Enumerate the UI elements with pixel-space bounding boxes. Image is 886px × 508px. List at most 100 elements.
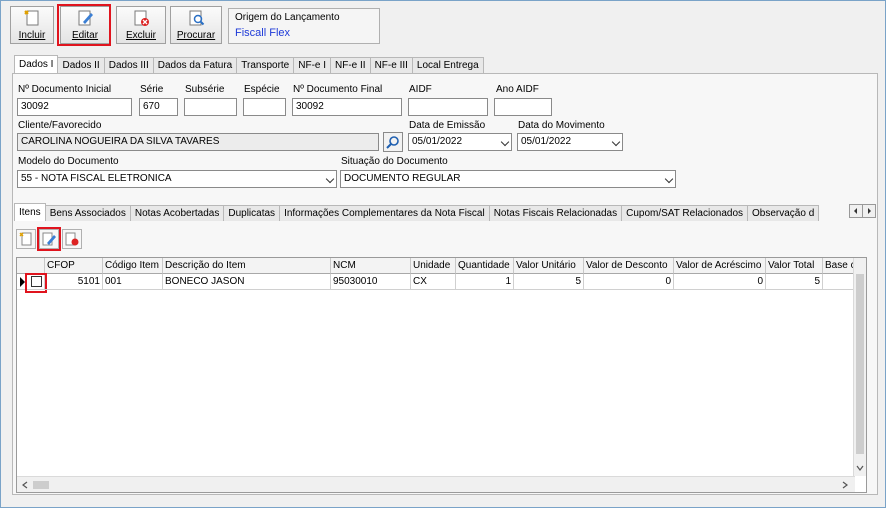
cell-descricao[interactable]: BONECO JASON — [163, 274, 331, 290]
origem-title: Origem do Lançamento — [235, 12, 340, 23]
num-doc-inicial-label: Nº Documento Inicial — [18, 84, 112, 95]
new-document-icon — [23, 9, 41, 27]
tab-scroll-left-button[interactable] — [849, 204, 863, 218]
especie-input[interactable] — [243, 98, 286, 116]
chevron-down-icon — [664, 174, 674, 184]
grid-indicator-header — [17, 258, 45, 274]
incluir-button[interactable]: Incluir — [10, 6, 54, 44]
num-doc-inicial-input[interactable]: 30092 — [17, 98, 132, 116]
tab-dados-iii[interactable]: Dados III — [103, 57, 154, 73]
col-descricao[interactable]: Descrição do Item — [163, 258, 331, 274]
data-movimento-label: Data do Movimento — [518, 120, 605, 131]
tab-bens-associados[interactable]: Bens Associados — [44, 205, 131, 221]
tab-dados-fatura[interactable]: Dados da Fatura — [152, 57, 238, 73]
aidf-input[interactable] — [408, 98, 488, 116]
bottom-tab-strip: Itens Bens Associados Notas Acobertadas … — [14, 203, 820, 221]
tab-info-complementares[interactable]: Informações Complementares da Nota Fisca… — [279, 205, 490, 221]
num-doc-final-input[interactable]: 30092 — [292, 98, 402, 116]
scroll-down-icon[interactable] — [854, 462, 866, 474]
modelo-select[interactable]: 55 - NOTA FISCAL ELETRONICA — [17, 170, 337, 188]
col-cfop[interactable]: CFOP — [45, 258, 103, 274]
serie-input[interactable]: 670 — [139, 98, 178, 116]
col-quantidade[interactable]: Quantidade — [456, 258, 514, 274]
items-grid: CFOP Código Item Descrição do Item NCM U… — [16, 257, 867, 493]
arrow-left-icon — [854, 208, 857, 214]
cell-codigo-item[interactable]: 001 — [103, 274, 163, 290]
col-valor-desconto[interactable]: Valor de Desconto — [584, 258, 674, 274]
magnifier-icon — [386, 136, 399, 149]
col-valor-acrescimo[interactable]: Valor de Acréscimo — [674, 258, 766, 274]
origem-value: Fiscall Flex — [235, 27, 291, 39]
col-ncm[interactable]: NCM — [331, 258, 411, 274]
editar-highlight — [57, 4, 111, 46]
situacao-select[interactable]: DOCUMENTO REGULAR — [340, 170, 676, 188]
tab-dados-i[interactable]: Dados I — [14, 55, 59, 73]
top-tab-strip: Dados I Dados II Dados III Dados da Fatu… — [14, 55, 484, 73]
chevron-down-icon — [500, 137, 510, 147]
chevron-down-icon — [611, 137, 621, 147]
ano-aidf-label: Ano AIDF — [496, 84, 539, 95]
incluir-label: Incluir — [18, 30, 46, 41]
cliente-lookup-button[interactable] — [383, 132, 403, 152]
vscroll-thumb[interactable] — [856, 274, 864, 454]
subserie-label: Subsérie — [185, 84, 225, 95]
search-document-icon — [187, 9, 205, 27]
modelo-value: 55 - NOTA FISCAL ELETRONICA — [21, 173, 172, 184]
scroll-right-icon[interactable] — [839, 479, 851, 491]
tab-transporte[interactable]: Transporte — [236, 57, 295, 73]
origem-box: Origem do Lançamento Fiscall Flex — [228, 8, 380, 44]
tab-scroll-right-button[interactable] — [862, 204, 876, 218]
cell-quantidade[interactable]: 1 — [456, 274, 514, 290]
tab-local-entrega[interactable]: Local Entrega — [411, 57, 484, 73]
tab-dados-ii[interactable]: Dados II — [57, 57, 105, 73]
situacao-label: Situação do Documento — [341, 156, 448, 167]
data-movimento-input[interactable]: 05/01/2022 — [517, 133, 623, 151]
hscroll-thumb[interactable] — [33, 481, 49, 489]
procurar-label: Procurar — [176, 30, 216, 41]
especie-label: Espécie — [244, 84, 280, 95]
tab-nfe-ii[interactable]: NF-e II — [330, 57, 371, 73]
procurar-button[interactable]: Procurar — [170, 6, 222, 44]
cell-unidade[interactable]: CX — [411, 274, 456, 290]
col-valor-total[interactable]: Valor Total — [766, 258, 823, 274]
tab-nfe-iii[interactable]: NF-e III — [369, 57, 413, 73]
tab-notas-relacionadas[interactable]: Notas Fiscais Relacionadas — [488, 205, 623, 221]
excluir-button[interactable]: Excluir — [116, 6, 166, 44]
cell-valor-desconto[interactable]: 0 — [584, 274, 674, 290]
serie-label: Série — [140, 84, 164, 95]
item-add-button[interactable] — [16, 229, 36, 249]
grid-horizontal-scrollbar[interactable] — [17, 476, 855, 492]
cell-cfop[interactable]: 5101 — [45, 274, 103, 290]
data-movimento-value: 05/01/2022 — [521, 136, 572, 147]
num-doc-final-label: Nº Documento Final — [293, 84, 383, 95]
data-emissao-value: 05/01/2022 — [412, 136, 463, 147]
new-item-icon — [19, 232, 32, 246]
col-codigo-item[interactable]: Código Item — [103, 258, 163, 274]
chevron-down-icon — [325, 174, 335, 184]
col-valor-unitario[interactable]: Valor Unitário — [514, 258, 584, 274]
modelo-label: Modelo do Documento — [18, 156, 119, 167]
row-checkbox-highlight — [25, 273, 47, 293]
ano-aidf-input[interactable] — [494, 98, 552, 116]
col-unidade[interactable]: Unidade — [411, 258, 456, 274]
situacao-value: DOCUMENTO REGULAR — [344, 173, 461, 184]
tab-observacao[interactable]: Observação d — [747, 205, 820, 221]
tab-notas-acobertadas[interactable]: Notas Acobertadas — [129, 205, 225, 221]
tab-itens[interactable]: Itens — [14, 203, 46, 221]
cell-valor-total[interactable]: 5 — [766, 274, 823, 290]
cliente-input[interactable]: CAROLINA NOGUEIRA DA SILVA TAVARES — [17, 133, 379, 151]
aidf-label: AIDF — [409, 84, 432, 95]
cell-valor-unitario[interactable]: 5 — [514, 274, 584, 290]
grid-vertical-scrollbar[interactable] — [853, 258, 866, 476]
delete-document-icon — [132, 9, 150, 27]
cell-ncm[interactable]: 95030010 — [331, 274, 411, 290]
subserie-input[interactable] — [184, 98, 237, 116]
scroll-left-icon[interactable] — [19, 479, 31, 491]
item-delete-button[interactable] — [62, 229, 82, 249]
arrow-right-icon — [868, 208, 871, 214]
tab-nfe-i[interactable]: NF-e I — [293, 57, 332, 73]
cell-valor-acrescimo[interactable]: 0 — [674, 274, 766, 290]
data-emissao-input[interactable]: 05/01/2022 — [408, 133, 512, 151]
tab-duplicatas[interactable]: Duplicatas — [223, 205, 281, 221]
tab-cupom-sat[interactable]: Cupom/SAT Relacionados — [621, 205, 749, 221]
